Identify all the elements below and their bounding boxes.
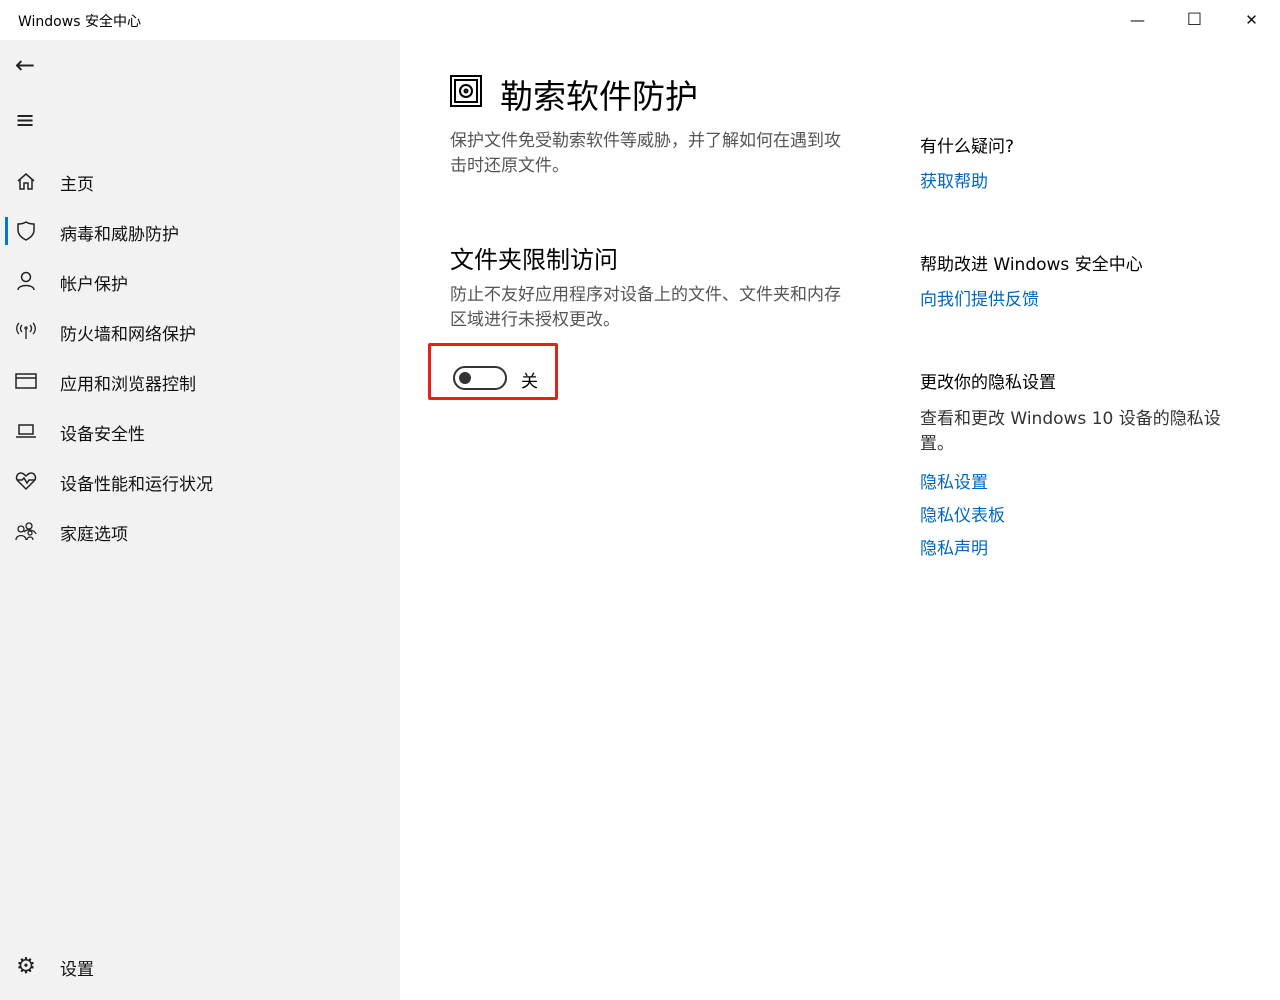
- toggle-state-label: 关: [521, 372, 538, 392]
- close-button[interactable]: ✕: [1223, 0, 1280, 40]
- sidebar-item-device-performance[interactable]: 设备性能和运行状况: [0, 459, 400, 503]
- wifi-antenna-icon: [14, 319, 38, 343]
- sidebar-item-label: 家庭选项: [60, 525, 128, 545]
- browser-window-icon: [14, 369, 38, 393]
- sidebar: ← ≡ 主页 病毒和威胁防护 帐户保护 防火墙和网络保护 应用和浏览器控制 设备…: [0, 40, 400, 1000]
- sidebar-item-label: 设备安全性: [60, 425, 145, 445]
- section-description: 防止不友好应用程序对设备上的文件、文件夹和内存区域进行未授权更改。: [450, 285, 841, 330]
- gear-icon: ⚙: [16, 953, 36, 979]
- page-description: 保护文件免受勒索软件等威胁，并了解如何在遇到攻击时还原文件。: [450, 131, 841, 176]
- controlled-folder-access-toggle[interactable]: [453, 366, 507, 390]
- hamburger-menu-icon[interactable]: ≡: [13, 106, 37, 134]
- sidebar-item-label: 主页: [60, 175, 94, 195]
- title-bar: Windows 安全中心 — ☐ ✕: [0, 0, 1280, 40]
- privacy-dashboard-link[interactable]: 隐私仪表板: [920, 501, 1005, 526]
- sidebar-item-label: 帐户保护: [60, 275, 128, 295]
- ransomware-vault-icon: [450, 75, 482, 107]
- get-help-link[interactable]: 获取帮助: [920, 167, 988, 192]
- feedback-link[interactable]: 向我们提供反馈: [920, 285, 1039, 310]
- sidebar-item-label: 病毒和威胁防护: [60, 225, 179, 245]
- toggle-knob: [459, 372, 471, 384]
- home-icon: [14, 169, 38, 193]
- sidebar-item-label: 防火墙和网络保护: [60, 325, 196, 345]
- privacy-description: 查看和更改 Windows 10 设备的隐私设置。: [920, 409, 1221, 454]
- improve-heading: 帮助改进 Windows 安全中心: [920, 255, 1143, 275]
- sidebar-item-device-security[interactable]: 设备安全性: [0, 409, 400, 453]
- laptop-icon: [14, 419, 38, 443]
- sidebar-item-home[interactable]: 主页: [0, 159, 400, 203]
- back-arrow-icon[interactable]: ←: [13, 51, 37, 79]
- sidebar-item-family-options[interactable]: 家庭选项: [0, 509, 400, 553]
- section-title: 文件夹限制访问: [450, 246, 618, 274]
- privacy-heading: 更改你的隐私设置: [920, 373, 1056, 393]
- privacy-statement-link[interactable]: 隐私声明: [920, 534, 988, 559]
- shield-icon: [14, 219, 38, 243]
- privacy-settings-link[interactable]: 隐私设置: [920, 468, 988, 493]
- sidebar-item-label: 设备性能和运行状况: [60, 475, 213, 495]
- sidebar-item-virus-protection[interactable]: 病毒和威胁防护: [0, 209, 400, 253]
- sidebar-item-settings[interactable]: ⚙ 设置: [0, 944, 400, 988]
- sidebar-item-firewall[interactable]: 防火墙和网络保护: [0, 309, 400, 353]
- highlight-box: 关: [428, 343, 558, 400]
- page-title: 勒索软件防护: [500, 77, 698, 116]
- minimize-button[interactable]: —: [1109, 0, 1166, 40]
- sidebar-item-label: 应用和浏览器控制: [60, 375, 196, 395]
- heart-icon: [14, 469, 38, 493]
- person-icon: [14, 269, 38, 293]
- maximize-button[interactable]: ☐: [1166, 0, 1223, 40]
- sidebar-item-label: 设置: [60, 960, 94, 980]
- family-icon: [14, 519, 38, 543]
- sidebar-item-app-browser-control[interactable]: 应用和浏览器控制: [0, 359, 400, 403]
- window-title: Windows 安全中心: [18, 14, 141, 30]
- question-heading: 有什么疑问?: [920, 137, 1015, 157]
- sidebar-item-account-protection[interactable]: 帐户保护: [0, 259, 400, 303]
